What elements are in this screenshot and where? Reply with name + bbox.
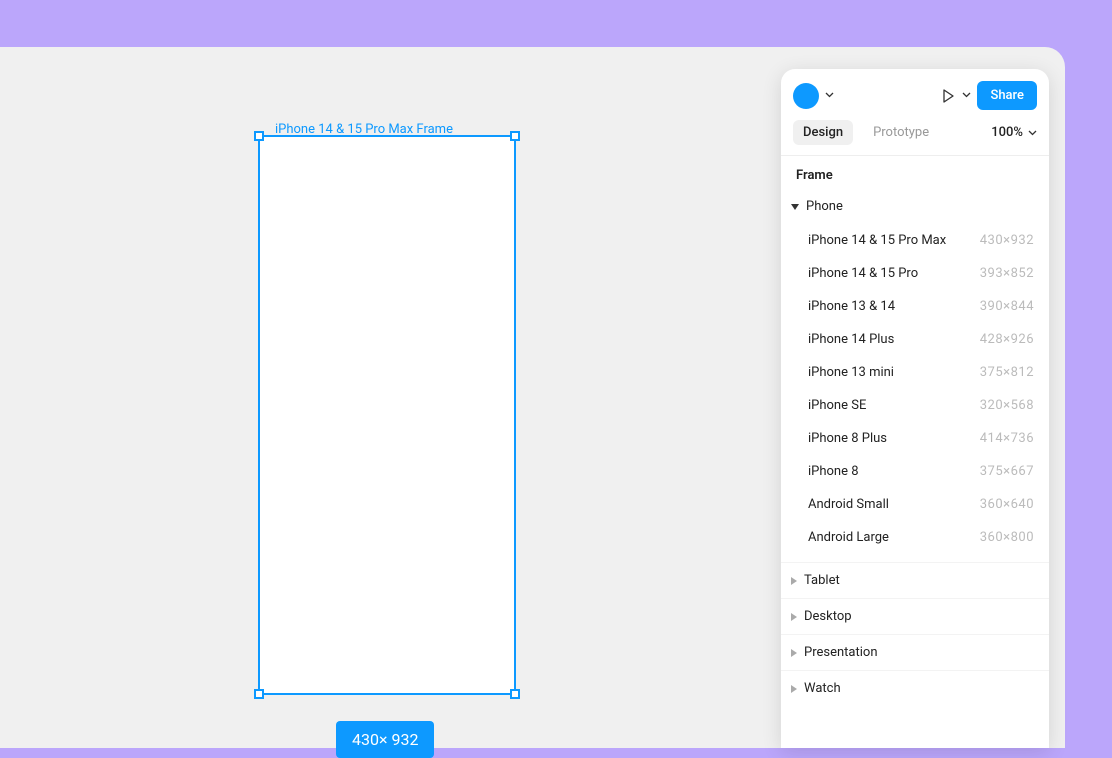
preset-dim: 430×932 [980, 233, 1034, 248]
category-desktop[interactable]: Desktop [781, 598, 1049, 634]
tabs-row: Design Prototype 100% [781, 120, 1049, 155]
disclosure-triangle-icon [791, 685, 797, 693]
preset-iphone-14-15-pro-max[interactable]: iPhone 14 & 15 Pro Max 430×932 [781, 224, 1049, 257]
preset-name: iPhone 14 Plus [808, 332, 894, 347]
preset-iphone-14-15-pro[interactable]: iPhone 14 & 15 Pro 393×852 [781, 257, 1049, 290]
preset-dim: 375×667 [980, 464, 1034, 479]
category-watch[interactable]: Watch [781, 670, 1049, 706]
preset-name: iPhone 14 & 15 Pro Max [808, 233, 946, 248]
preset-dim: 320×568 [980, 398, 1034, 413]
preset-iphone-13-14[interactable]: iPhone 13 & 14 390×844 [781, 290, 1049, 323]
disclosure-triangle-icon [791, 649, 797, 657]
disclosure-triangle-icon [791, 577, 797, 585]
preset-dim: 360×640 [980, 497, 1034, 512]
zoom-dropdown[interactable]: 100% [991, 125, 1037, 140]
preset-iphone-se[interactable]: iPhone SE 320×568 [781, 389, 1049, 422]
resize-handle-bottom-left[interactable] [254, 689, 264, 699]
tab-prototype[interactable]: Prototype [863, 120, 939, 145]
category-label: Phone [806, 199, 843, 214]
preset-iphone-8-plus[interactable]: iPhone 8 Plus 414×736 [781, 422, 1049, 455]
category-presentation[interactable]: Presentation [781, 634, 1049, 670]
category-label: Watch [804, 681, 841, 696]
panel-header: Share [781, 69, 1049, 120]
category-label: Desktop [804, 609, 852, 624]
preset-dim: 390×844 [980, 299, 1034, 314]
avatar-dropdown-icon[interactable] [825, 90, 834, 101]
preset-android-large[interactable]: Android Large 360×800 [781, 521, 1049, 554]
preset-name: iPhone 13 & 14 [808, 299, 895, 314]
play-dropdown-icon[interactable] [962, 90, 971, 101]
dimension-badge: 430× 932 [336, 721, 434, 758]
preset-name: iPhone SE [808, 398, 866, 413]
preset-name: Android Large [808, 530, 889, 545]
resize-handle-top-left[interactable] [254, 131, 264, 141]
preset-iphone-8[interactable]: iPhone 8 375×667 [781, 455, 1049, 488]
preset-iphone-14-plus[interactable]: iPhone 14 Plus 428×926 [781, 323, 1049, 356]
phone-presets: iPhone 14 & 15 Pro Max 430×932 iPhone 14… [781, 224, 1049, 562]
frame-section-title: Frame [781, 155, 1049, 193]
preset-name: iPhone 8 [808, 464, 859, 479]
category-tablet[interactable]: Tablet [781, 562, 1049, 598]
share-button[interactable]: Share [977, 81, 1037, 110]
category-phone[interactable]: Phone [781, 193, 1049, 224]
preset-dim: 393×852 [980, 266, 1034, 281]
preset-dim: 414×736 [980, 431, 1034, 446]
preset-dim: 375×812 [980, 365, 1034, 380]
preset-dim: 360×800 [980, 530, 1034, 545]
preset-android-small[interactable]: Android Small 360×640 [781, 488, 1049, 521]
disclosure-triangle-icon [791, 613, 797, 621]
frame-categories: Phone iPhone 14 & 15 Pro Max 430×932 iPh… [781, 193, 1049, 748]
tab-design[interactable]: Design [793, 120, 853, 145]
resize-handle-bottom-right[interactable] [510, 689, 520, 699]
category-label: Presentation [804, 645, 878, 660]
preset-name: iPhone 13 mini [808, 365, 894, 380]
preset-name: iPhone 8 Plus [808, 431, 887, 446]
preset-dim: 428×926 [980, 332, 1034, 347]
preset-name: iPhone 14 & 15 Pro [808, 266, 918, 281]
properties-panel: Share Design Prototype 100% Frame Phone … [781, 69, 1049, 748]
disclosure-triangle-icon [791, 204, 799, 210]
preset-iphone-13-mini[interactable]: iPhone 13 mini 375×812 [781, 356, 1049, 389]
preset-name: Android Small [808, 497, 889, 512]
category-label: Tablet [804, 573, 840, 588]
play-icon[interactable] [940, 88, 956, 104]
resize-handle-top-right[interactable] [510, 131, 520, 141]
chevron-down-icon [1028, 130, 1037, 136]
user-avatar[interactable] [793, 83, 819, 109]
zoom-value: 100% [991, 125, 1023, 140]
selected-frame[interactable] [258, 135, 516, 695]
